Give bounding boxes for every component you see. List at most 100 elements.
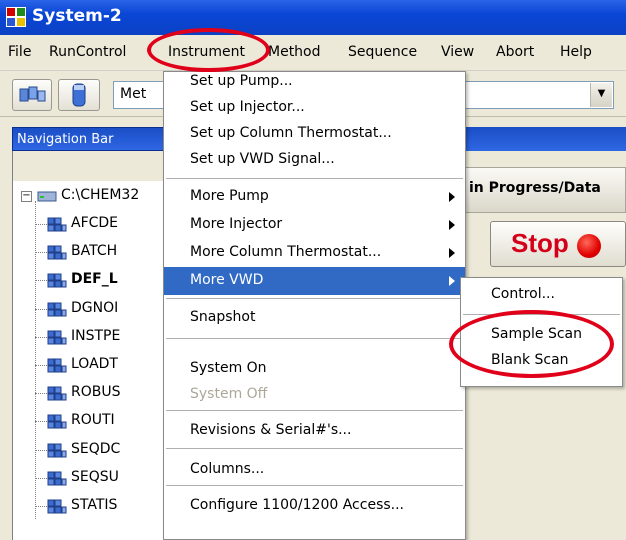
tree-item-label: ROUTI [71, 412, 115, 428]
menu-item-snapshot[interactable]: Snapshot [164, 304, 465, 332]
navigation-bar-title: Navigation Bar [12, 127, 172, 151]
menu-item-system-off[interactable]: System Off [164, 381, 465, 409]
menu-item-columns[interactable]: Columns... [164, 456, 465, 484]
sequence-icon [19, 86, 46, 102]
stop-button[interactable]: Stop [490, 221, 626, 267]
database-icon [47, 358, 67, 373]
vial-button[interactable] [58, 79, 100, 111]
window-title-bar: System-2 [0, 0, 626, 35]
submenu-arrow-icon [449, 248, 455, 258]
database-icon [47, 217, 67, 232]
menu-item-label: System On [190, 360, 267, 376]
menu-item-more-column-thermostat[interactable]: More Column Thermostat... [164, 239, 465, 267]
menu-item-set-up-column-thermostat[interactable]: Set up Column Thermostat... [164, 120, 465, 148]
menu-item-system-on[interactable]: System On [164, 355, 465, 383]
menu-item-label: Set up Injector... [190, 99, 305, 115]
menu-item-more-injector[interactable]: More Injector [164, 211, 465, 239]
vial-icon [72, 83, 86, 107]
menu-separator [166, 485, 463, 486]
menu-file[interactable]: File [8, 44, 31, 60]
menu-separator [166, 338, 463, 339]
database-icon [47, 302, 67, 317]
tree-item-label: STATIS [71, 497, 118, 513]
menu-item-label: More Pump [190, 188, 269, 204]
tree-connector [35, 450, 47, 451]
menu-item-revisions-serial-s[interactable]: Revisions & Serial#'s... [164, 417, 465, 445]
status-header: in Progress/Data [460, 167, 626, 213]
database-icon [47, 414, 67, 429]
submenu-arrow-icon [449, 276, 455, 286]
submenu-arrow-icon [449, 192, 455, 202]
tree-item-label: DGNOI [71, 300, 119, 316]
submenu-item-label: Control... [491, 286, 555, 302]
tree-connector [35, 365, 47, 366]
tree-connector [35, 201, 36, 519]
navigation-toolbar [12, 151, 172, 181]
menu-item-label: Configure 1100/1200 Access... [190, 497, 405, 513]
tree-item-label: SEQSU [71, 469, 119, 485]
tree-item-label: DEF_L [71, 271, 118, 287]
database-icon [47, 443, 67, 458]
method-sequence-view-button[interactable] [12, 79, 52, 111]
menu-bar: File RunControl Instrument Method Sequen… [0, 35, 626, 71]
tree-item-label: BATCH [71, 243, 118, 259]
database-icon [47, 245, 67, 260]
menu-item-more-vwd[interactable]: More VWD [164, 267, 465, 295]
menu-help[interactable]: Help [560, 44, 592, 60]
drive-icon [37, 191, 57, 202]
tree-item-label: ROBUS [71, 384, 121, 400]
database-icon [47, 330, 67, 345]
menu-item-configure-1100-1200-access[interactable]: Configure 1100/1200 Access... [164, 492, 465, 520]
menu-item-set-up-vwd-signal[interactable]: Set up VWD Signal... [164, 146, 465, 174]
chevron-down-icon[interactable]: ▼ [590, 83, 612, 107]
instrument-menu: Set up Pump... Set up Injector... Set up C… [163, 71, 466, 540]
menu-item-label: System Off [190, 386, 268, 402]
menu-item-label: Set up VWD Signal... [190, 151, 335, 167]
database-icon [47, 386, 67, 401]
tree-connector [35, 506, 47, 507]
tree-item-label: INSTPE [71, 328, 121, 344]
tree-connector [35, 280, 47, 281]
menu-item-label: Revisions & Serial#'s... [190, 422, 352, 438]
menu-sequence[interactable]: Sequence [348, 44, 417, 60]
navigation-panel: Navigation Bar − C:\CHEM32 AFCDE BATCH DEF… [0, 117, 172, 540]
menu-item-set-up-injector[interactable]: Set up Injector... [164, 94, 465, 122]
menu-abort[interactable]: Abort [496, 44, 534, 60]
menu-item-more-pump[interactable]: More Pump [164, 183, 465, 211]
tree-root-label: C:\CHEM32 [61, 187, 140, 203]
stop-sign-icon [577, 234, 601, 258]
database-icon [47, 499, 67, 514]
stop-label: Stop [511, 228, 569, 258]
status-title-bar [460, 127, 626, 151]
tree-connector [35, 337, 47, 338]
menu-item-label: Set up Column Thermostat... [190, 125, 392, 141]
submenu-item-control[interactable]: Control... [461, 282, 622, 308]
menu-method[interactable]: Method [268, 44, 321, 60]
tree-connector [35, 478, 47, 479]
tree-connector [35, 309, 47, 310]
menu-separator [166, 410, 463, 411]
tree-connector [35, 224, 47, 225]
menu-separator [166, 178, 463, 179]
database-icon [47, 471, 67, 486]
tree-connector [35, 252, 47, 253]
menu-item-label: More Column Thermostat... [190, 244, 382, 260]
menu-item-label: Snapshot [190, 309, 256, 325]
menu-view[interactable]: View [441, 44, 474, 60]
menu-item-label: More VWD [190, 272, 264, 288]
collapse-icon[interactable]: − [21, 191, 32, 202]
menu-separator [166, 298, 463, 299]
menu-runcontrol[interactable]: RunControl [49, 44, 126, 60]
tree-item-label: LOADT [71, 356, 118, 372]
navigation-tree: − C:\CHEM32 AFCDE BATCH DEF_L DGNOI INSTPE LO… [12, 181, 172, 540]
menu-item-label: Columns... [190, 461, 265, 477]
toolbar-combo[interactable]: ▼ [462, 81, 614, 109]
submenu-arrow-icon [449, 220, 455, 230]
tree-item-label: SEQDC [71, 441, 121, 457]
tree-connector [35, 421, 47, 422]
menu-item-label: Set up Pump... [190, 73, 293, 89]
tree-connector [35, 393, 47, 394]
app-icon [6, 7, 26, 27]
instrument-menu-highlight-ellipse [147, 28, 270, 72]
menu-item-set-up-pump[interactable]: Set up Pump... [164, 68, 465, 96]
